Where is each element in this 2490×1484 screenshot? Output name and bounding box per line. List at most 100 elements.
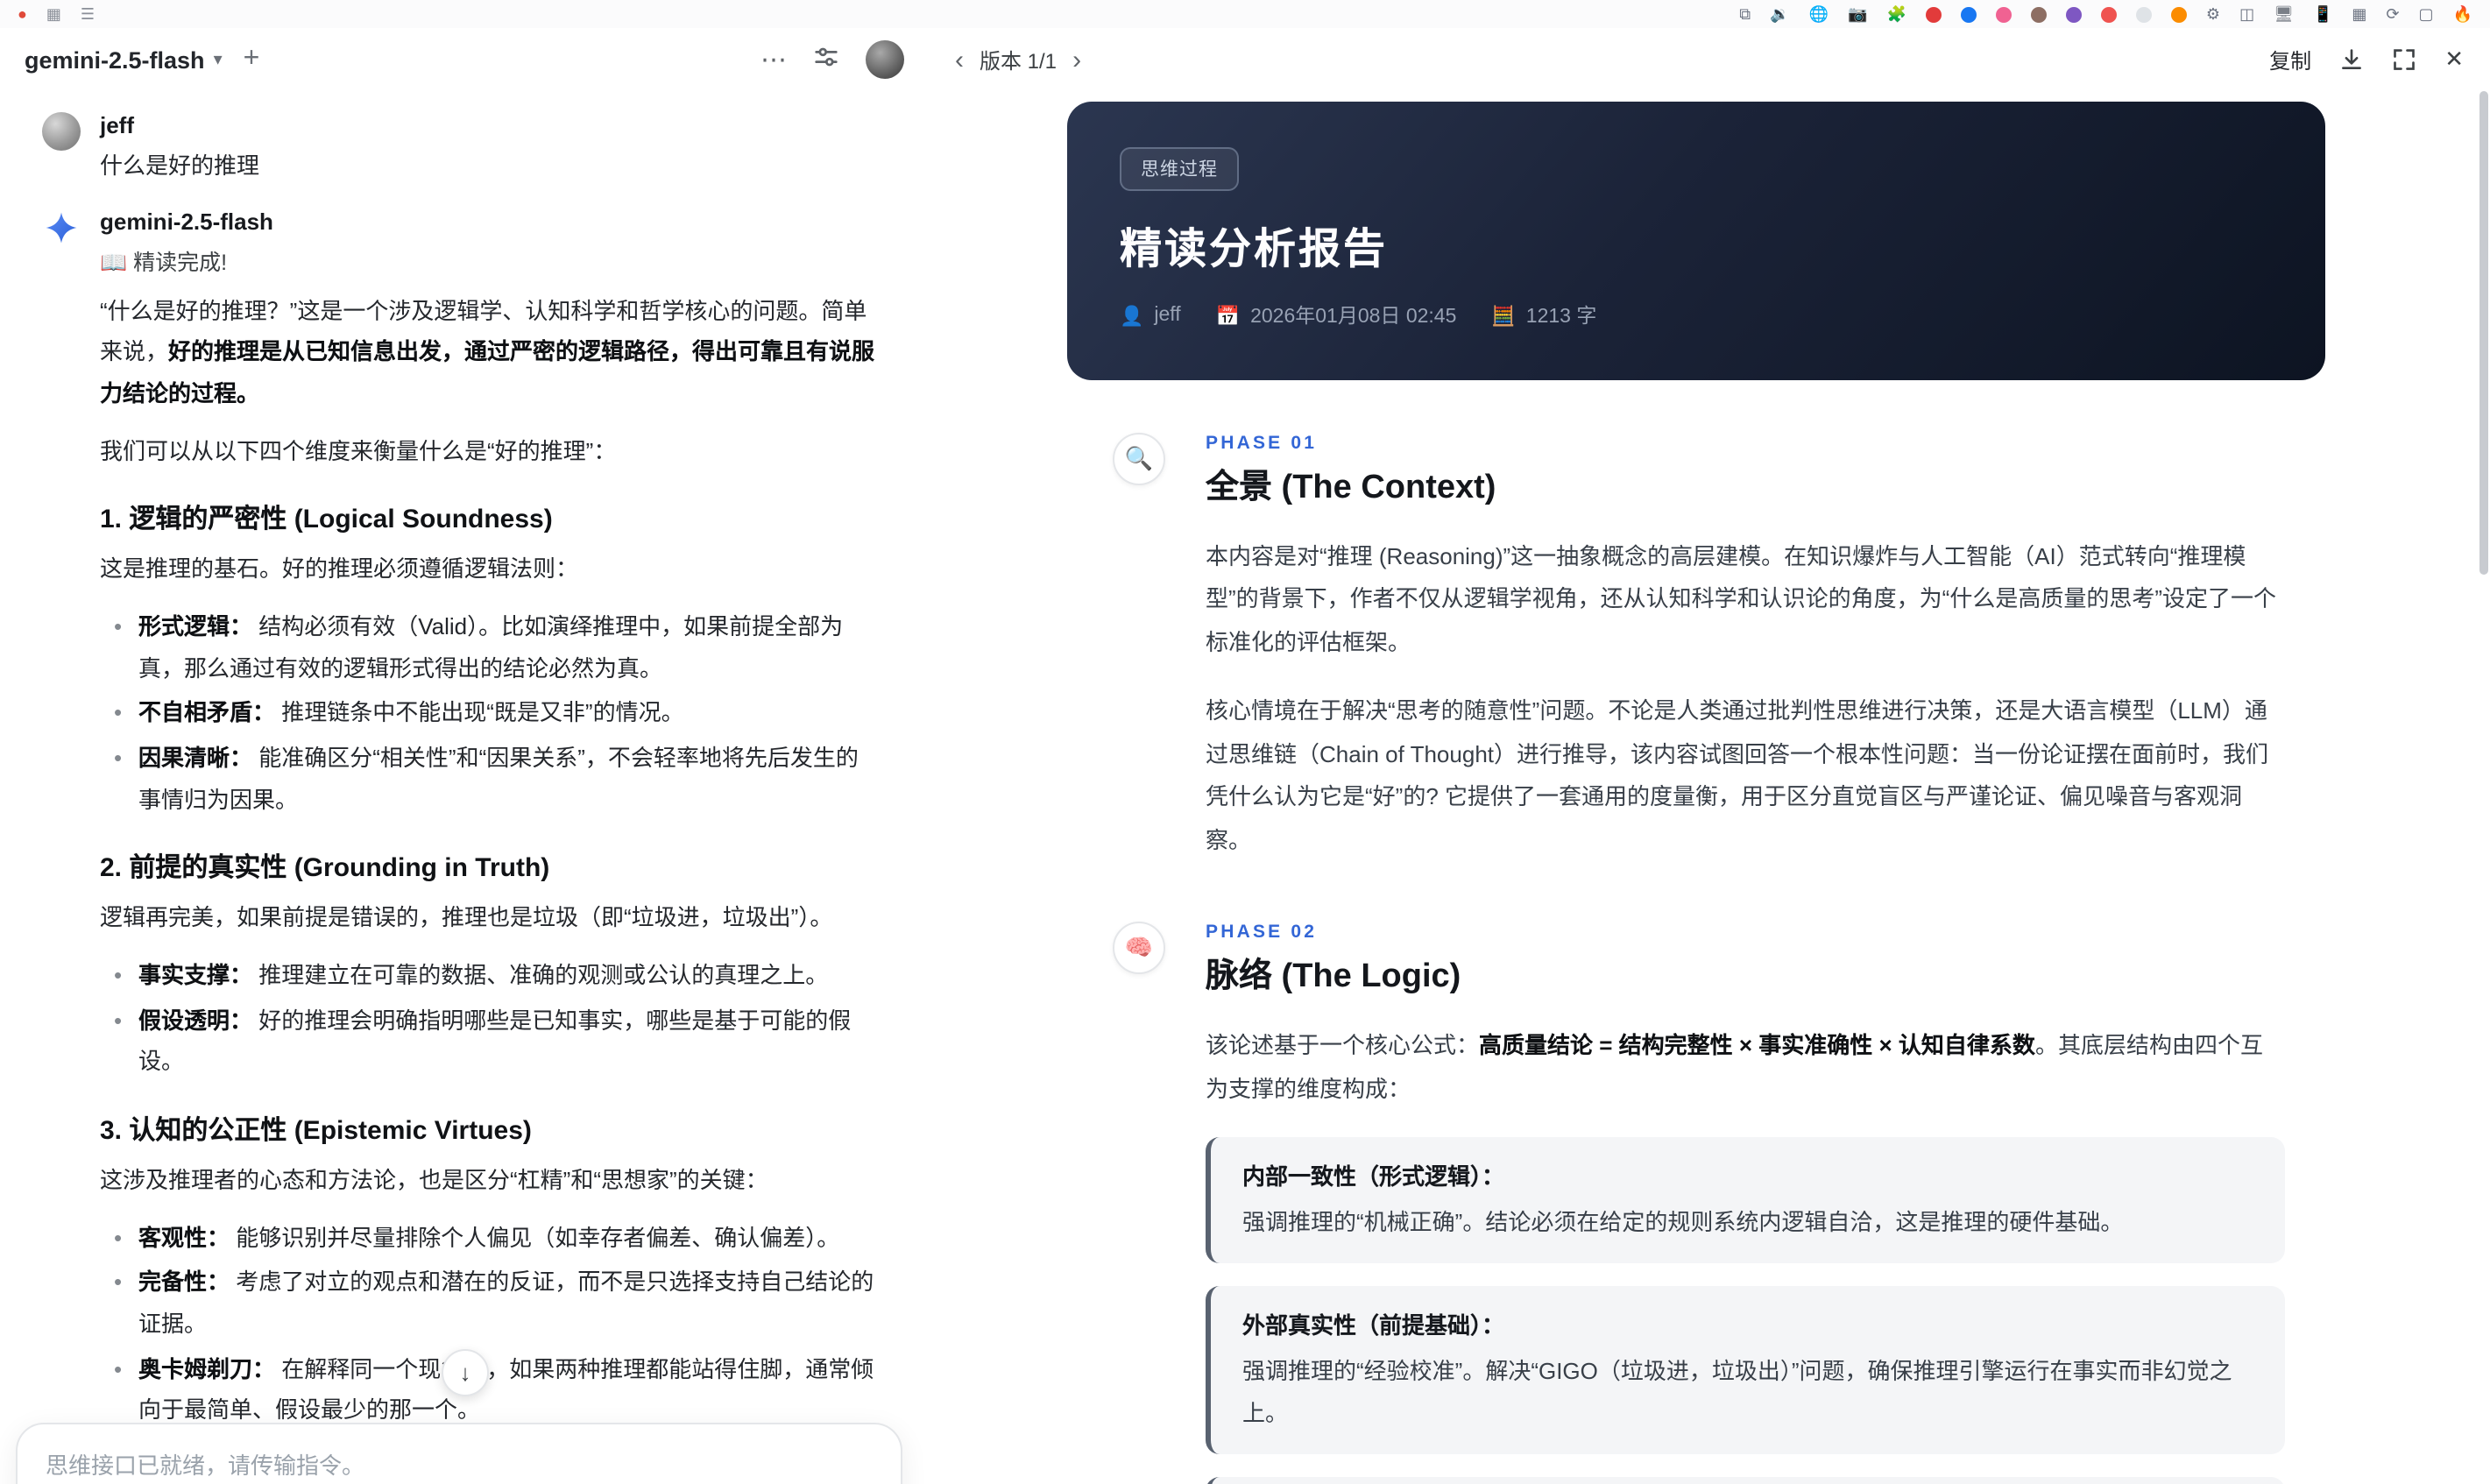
report-badge: 思维过程 (1120, 147, 1239, 191)
model-selector[interactable]: gemini-2.5-flash (25, 46, 205, 73)
text-run: 这涉及推理者的心态和方法论，也是区分“杠精”和“思想家”的关键： (100, 1166, 768, 1193)
phase-label: PHASE 01 (1206, 433, 1318, 454)
fullscreen-icon[interactable] (2392, 47, 2416, 72)
assistant-bullet: 形式逻辑： 结构必须有效（Valid）。比如演绎推理中，如果前提全部为真，那么通… (100, 606, 876, 689)
translate-icon[interactable]: 🌐 (1809, 0, 1829, 28)
chevron-down-icon[interactable]: ▾ (214, 50, 223, 69)
assistant-content: “什么是好的推理？”这是一个涉及逻辑学、认知科学和哲学核心的问题。简单来说，好的… (100, 291, 876, 1484)
settings-sliders-icon[interactable] (813, 44, 839, 75)
assistant-bullet-list: 事实支撑： 推理建立在可靠的数据、准确的观测或公认的真理之上。假设透明： 好的推… (100, 955, 876, 1083)
extension-favicon-orange[interactable] (2170, 6, 2187, 22)
browser-toolbar: ● ▦ ☰ ⧉ 🔉 🌐 📷 🧩 ⚙ ◫ 🖥 📱 ▦ ⟳ ▢ 🔥 (0, 0, 2490, 30)
refresh-icon[interactable]: ⟳ (2386, 0, 2399, 28)
grid-icon[interactable]: ▦ (46, 0, 61, 28)
bullet-text: 考虑了对立的观点和潜在的反证，而不是只选择支持自己结论的证据。 (138, 1268, 874, 1337)
scroll-to-bottom-button[interactable]: ↓ (442, 1349, 489, 1396)
menu-icon[interactable]: ☰ (81, 0, 95, 28)
chat-panel: gemini-2.5-flash ▾ + ⋯ jeff 什么是好的推理 gemi… (0, 28, 929, 1484)
text-run: 逻辑再完美，如果前提是错误的，推理也是垃圾（即“垃圾进，垃圾出”）。 (100, 904, 833, 931)
new-chat-button[interactable]: + (244, 44, 260, 75)
extension-puzzle-icon[interactable]: 🧩 (1886, 0, 1906, 28)
apps-grid-icon[interactable]: ▦ (2352, 0, 2366, 28)
extension-favicon-light[interactable] (2135, 6, 2152, 22)
logic-card-title: 内部一致性（形式逻辑）： (1242, 1162, 1505, 1190)
chat-composer[interactable]: 思维接口已就绪，请传输指令。 + (16, 1423, 902, 1484)
logic-card-text: 强调推理的“机械正确”。结论必须在给定的规则系统内逻辑自洽，这是推理的硬件基础。 (1242, 1208, 2124, 1235)
user-message: jeff 什么是好的推理 (0, 98, 929, 194)
more-options-button[interactable]: ⋯ (760, 46, 787, 73)
bullet-lead: 事实支撑： (138, 961, 259, 988)
stop-icon[interactable]: ▢ (2419, 0, 2434, 28)
artifact-scrollbar[interactable] (2479, 91, 2488, 575)
phase-paragraph: 该论述基于一个核心公式：高质量结论 = 结构完整性 × 事实准确性 × 认知自律… (1206, 1025, 2285, 1111)
bullet-lead: 假设透明： (138, 1007, 259, 1034)
assistant-bullet: 奥卡姆剃刀： 在解释同一个现象时，如果两种推理都能站得住脚，通常倾向于最简单、假… (100, 1348, 876, 1431)
monitor-icon[interactable]: 🖥 (2274, 0, 2294, 28)
split-view-icon[interactable]: ◫ (2239, 0, 2254, 28)
bold-text-run: 好的推理是从已知信息出发，通过严密的逻辑路径，得出可靠且有说服力结论的过程。 (100, 338, 875, 407)
close-icon[interactable]: ✕ (2444, 46, 2464, 74)
assistant-paragraph: 我们可以从以下四个维度来衡量什么是“好的推理”： (100, 430, 876, 471)
artifact-panel: ‹ 版本 1/1 › 复制 ✕ 思维过程 精读分析报告 👤 jeff 📅 202… (929, 28, 2490, 1484)
report-meta: 👤 jeff 📅 2026年01月08日 02:45 🧮 1213 字 (1120, 301, 2273, 329)
extension-favicon-blue[interactable] (1960, 6, 1977, 22)
phase-block: 🧠 PHASE 02 脉络 (The Logic) 该论述基于一个核心公式：高质量结论… (1067, 922, 2325, 1484)
assistant-bullet: 客观性： 能够识别并尽量排除个人偏见（如幸存者偏差、确认偏差）。 (100, 1217, 876, 1258)
word-count-icon: 🧮 (1491, 306, 1516, 327)
version-label: 版本 1/1 (980, 48, 1058, 73)
bullet-lead: 因果清晰： (138, 745, 259, 771)
bullet-text: 推理链条中不能出现“既是又非”的情况。 (281, 699, 684, 726)
assistant-paragraph: 这涉及推理者的心态和方法论，也是区分“杠精”和“思想家”的关键： (100, 1160, 876, 1201)
phone-icon[interactable]: 📱 (2313, 0, 2332, 28)
assistant-heading: 2. 前提的真实性 (Grounding in Truth) (100, 853, 550, 884)
browser-left-icons: ● ▦ ☰ (18, 0, 95, 28)
down-arrow-icon: ↓ (459, 1360, 471, 1386)
text-run: 该论述基于一个核心公式： (1206, 1032, 1480, 1059)
gemini-star-icon (42, 208, 81, 247)
assistant-bullet: 假设透明： 好的推理会明确指明哪些是已知事实，哪些是基于可能的假设。 (100, 1000, 876, 1083)
audio-icon[interactable]: 🔉 (1770, 0, 1789, 28)
assistant-name: gemini-2.5-flash (100, 208, 273, 235)
extension-favicon-pink[interactable] (1995, 6, 2012, 22)
extension-favicon-purple[interactable] (2065, 6, 2082, 22)
artifact-document[interactable]: 思维过程 精读分析报告 👤 jeff 📅 2026年01月08日 02:45 🧮… (929, 91, 2490, 1484)
bullet-text: 能够识别并尽量排除个人偏见（如幸存者偏差、确认偏差）。 (236, 1224, 840, 1251)
bullet-lead: 形式逻辑： (138, 613, 259, 640)
chat-header: gemini-2.5-flash ▾ + ⋯ (0, 28, 929, 91)
report-word-count: 1213 字 (1525, 307, 1597, 328)
report-hero: 思维过程 精读分析报告 👤 jeff 📅 2026年01月08日 02:45 🧮… (1067, 102, 2325, 380)
app-window: gemini-2.5-flash ▾ + ⋯ jeff 什么是好的推理 gemi… (0, 28, 2490, 1484)
logic-card: 主体伦理（认识美德）：转向推理者的心理特征。引入奥卡姆剃刀和反向论证，旨在克服人… (1206, 1477, 2285, 1484)
extension-favicon-brown[interactable] (2030, 6, 2047, 22)
chat-message-list[interactable]: jeff 什么是好的推理 gemini-2.5-flash 📖 精读完成! “什… (0, 91, 929, 1484)
text-run: 我们可以从以下四个维度来衡量什么是“好的推理”： (100, 437, 617, 464)
logic-card-title: 外部真实性（前提基础）： (1242, 1312, 1505, 1339)
text-run: 本内容是对“推理 (Reasoning)”这一抽象概念的高层建模。在知识爆炸与人… (1206, 543, 2276, 655)
gear-icon[interactable]: ⚙ (2206, 0, 2220, 28)
extension-favicon-red[interactable] (1925, 6, 1942, 22)
copy-button[interactable]: 复制 (2269, 45, 2311, 74)
assistant-bullet: 不自相矛盾： 推理链条中不能出现“既是又非”的情况。 (100, 693, 876, 734)
version-prev-button[interactable]: ‹ (955, 46, 964, 73)
copy-page-icon[interactable]: ⧉ (1739, 0, 1751, 28)
download-icon[interactable] (2339, 47, 2364, 72)
author-icon: 👤 (1120, 306, 1144, 327)
bullet-text: 推理建立在可靠的数据、准确的观测或公认的真理之上。 (258, 961, 829, 988)
flame-icon[interactable]: 🔥 (2453, 0, 2472, 28)
screen: ● ▦ ☰ ⧉ 🔉 🌐 📷 🧩 ⚙ ◫ 🖥 📱 ▦ ⟳ ▢ 🔥 gemini-2.5-flash ▾ + ⋯ (0, 0, 2490, 1484)
chat-input[interactable]: 思维接口已就绪，请传输指令。 (46, 1447, 873, 1480)
phase-paragraph: 核心情境在于解决“思考的随意性”问题。不论是人类通过批判性思维进行决策，还是大语… (1206, 691, 2285, 863)
browser-right-icons: ⧉ 🔉 🌐 📷 🧩 ⚙ ◫ 🖥 📱 ▦ ⟳ ▢ 🔥 (1739, 0, 2472, 28)
artifact-toolbar: ‹ 版本 1/1 › 复制 ✕ (929, 28, 2490, 91)
assistant-paragraph: 这是推理的基石。好的推理必须遵循逻辑法则： (100, 549, 876, 590)
camera-icon[interactable]: 📷 (1848, 0, 1867, 28)
account-avatar[interactable] (866, 40, 904, 79)
bullet-lead: 完备性： (138, 1268, 237, 1296)
report-title: 精读分析报告 (1120, 226, 1388, 273)
extension-favicon-scarlet[interactable] (2100, 6, 2117, 22)
phase-title: 脉络 (The Logic) (1206, 958, 1461, 996)
version-next-button[interactable]: › (1072, 46, 1081, 73)
record-icon[interactable]: ● (18, 0, 27, 28)
phase-label: PHASE 02 (1206, 922, 1318, 943)
calendar-icon: 📅 (1215, 306, 1241, 327)
